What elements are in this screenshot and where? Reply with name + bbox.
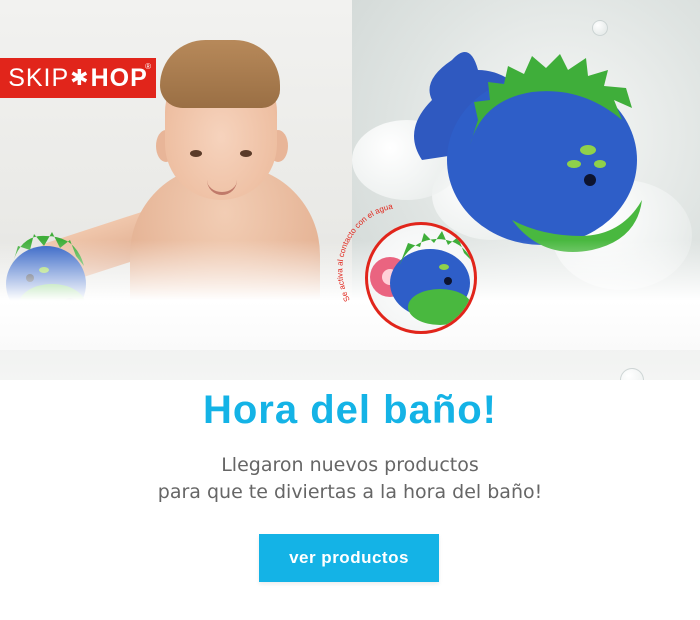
child-eye-left	[190, 150, 202, 157]
bubble-icon	[620, 368, 644, 380]
view-products-button[interactable]: ver productos	[259, 534, 439, 582]
subtitle-line-1: Llegaron nuevos productos	[221, 454, 479, 476]
logo-star-icon: ✱	[70, 65, 90, 90]
subtitle: Llegaron nuevos productos para que te di…	[0, 452, 700, 506]
logo-registered-mark: ®	[145, 62, 152, 71]
subtitle-line-2: para que te diviertas a la hora del baño…	[157, 481, 543, 503]
dinosaur-icon	[370, 231, 472, 325]
bubble-icon	[592, 20, 608, 36]
logo-text-right: HOP	[90, 63, 148, 92]
hero-banner[interactable]: SKIP ✱ HOP ® Se activa al contacto con e…	[0, 0, 700, 380]
child-eye-right	[240, 150, 252, 157]
page-title: Hora del baño!	[202, 388, 498, 432]
brand-logo[interactable]: SKIP ✱ HOP ®	[0, 58, 156, 98]
light-up-inset	[365, 222, 477, 334]
logo-text-left: SKIP	[8, 63, 70, 92]
child-hair	[160, 40, 280, 108]
